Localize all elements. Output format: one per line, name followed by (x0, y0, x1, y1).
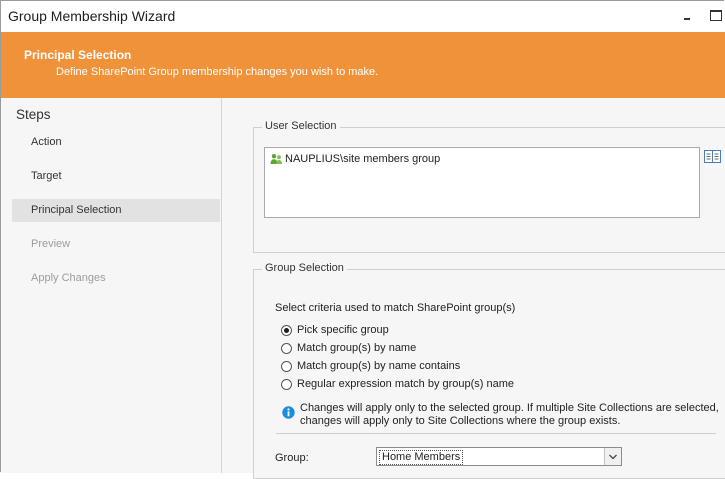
step-action[interactable]: Action (12, 131, 220, 154)
address-book-button[interactable] (703, 148, 722, 165)
radio-match-by-name-contains[interactable]: Match group(s) by name contains (281, 359, 460, 373)
info-line: changes will apply only to Site Collecti… (300, 415, 621, 427)
step-apply-changes: Apply Changes (12, 267, 220, 290)
steps-title: Steps (16, 107, 51, 122)
header-subtitle: Define SharePoint Group membership chang… (56, 66, 379, 78)
group-label: Group: (275, 452, 309, 464)
radio-pick-specific-group[interactable]: Pick specific group (281, 323, 389, 337)
step-label: Principal Selection (31, 204, 122, 216)
group-dropdown-value: Home Members (379, 450, 464, 465)
user-selection-list[interactable]: NAUPLIUS\site members group (264, 147, 700, 218)
group-selection-legend: Group Selection (262, 262, 347, 274)
info-line: Changes will apply only to the selected … (300, 402, 719, 414)
user-selection-legend: User Selection (262, 120, 340, 132)
step-target[interactable]: Target (12, 165, 220, 188)
header-title: Principal Selection (24, 48, 132, 62)
radio-label: Match group(s) by name contains (297, 360, 461, 372)
radio-label: Pick specific group (297, 324, 389, 336)
minimize-icon (684, 18, 690, 20)
radio-button[interactable] (281, 324, 292, 336)
step-principal-selection[interactable]: Principal Selection (12, 199, 220, 222)
separator (276, 433, 716, 434)
radio-button[interactable] (281, 360, 292, 372)
maximize-icon (710, 10, 722, 21)
steps-panel: Steps Action Target Principal Selection … (1, 98, 222, 473)
user-entry[interactable]: NAUPLIUS\site members group (270, 152, 440, 166)
step-label: Apply Changes (31, 272, 106, 284)
user-group-icon (270, 154, 282, 164)
radio-label: Regular expression match by group(s) nam… (297, 378, 515, 390)
maximize-button[interactable] (704, 6, 725, 26)
wizard-header: Principal Selection Define SharePoint Gr… (0, 32, 725, 98)
radio-match-by-name[interactable]: Match group(s) by name (281, 341, 416, 355)
radio-button[interactable] (281, 342, 292, 354)
info-message: Changes will apply only to the selected … (300, 402, 720, 428)
dropdown-button[interactable] (604, 448, 621, 465)
minimize-button[interactable] (676, 6, 698, 26)
chevron-down-icon (609, 454, 617, 460)
criteria-label: Select criteria used to match SharePoint… (275, 302, 516, 314)
info-icon (282, 406, 295, 419)
step-label: Action (31, 136, 62, 148)
step-label: Target (31, 170, 62, 182)
step-label: Preview (31, 238, 71, 250)
window-title: Group Membership Wizard (8, 8, 176, 24)
radio-label: Match group(s) by name (297, 342, 417, 354)
radio-button[interactable] (281, 378, 292, 390)
radio-regex-match[interactable]: Regular expression match by group(s) nam… (281, 377, 514, 391)
step-preview: Preview (12, 233, 220, 256)
group-dropdown[interactable]: Home Members (376, 447, 622, 466)
title-bar: Group Membership Wizard (0, 0, 725, 32)
user-entry-label: NAUPLIUS\site members group (285, 153, 441, 165)
address-book-icon (704, 150, 721, 163)
